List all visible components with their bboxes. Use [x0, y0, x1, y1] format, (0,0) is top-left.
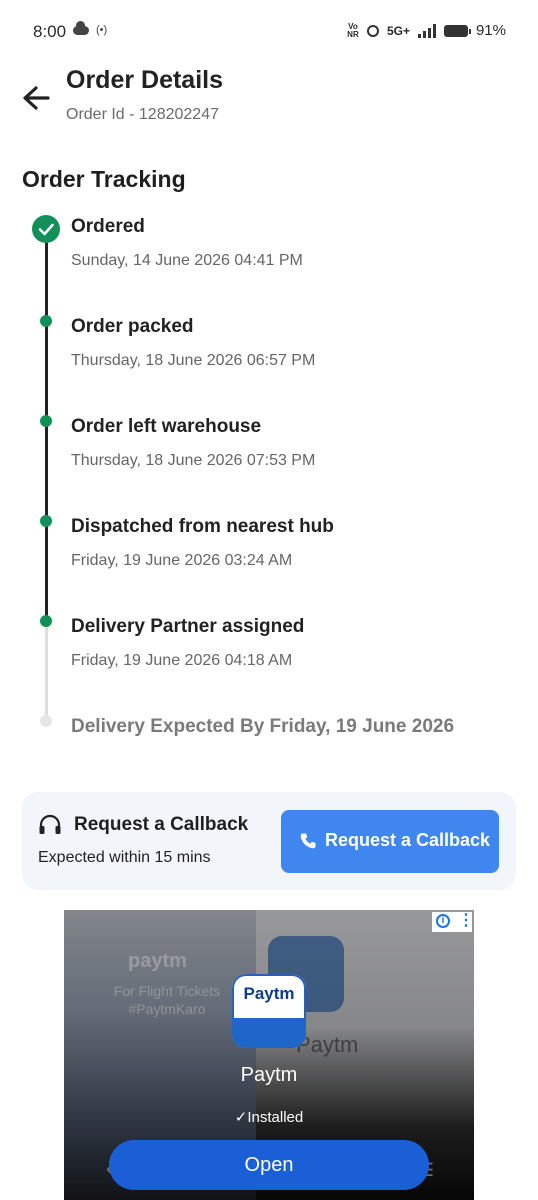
pending-dot — [40, 715, 52, 727]
arrow-left-icon — [23, 86, 50, 110]
step-time: Friday, 19 June 2026 04:18 AM — [71, 652, 293, 669]
back-button[interactable] — [18, 80, 54, 116]
phone-icon — [300, 833, 316, 849]
callback-subtitle: Expected within 15 mins — [38, 849, 211, 866]
ad-choices[interactable]: i ⋮ — [432, 912, 474, 932]
more-vertical-icon: ⋮ — [458, 912, 474, 929]
info-icon: i — [436, 914, 450, 928]
step-time: Thursday, 18 June 2026 07:53 PM — [71, 452, 316, 469]
timeline-line-complete — [45, 240, 48, 622]
step-time: Thursday, 18 June 2026 06:57 PM — [71, 352, 316, 369]
step-title: Order left warehouse — [71, 416, 262, 437]
radio-icon: (•) — [96, 24, 108, 36]
network-type: 5G+ — [386, 23, 410, 38]
step-dot — [40, 515, 52, 527]
order-id: Order Id - 128202247 — [66, 106, 219, 123]
section-title: Order Tracking — [22, 166, 186, 192]
ad-open-button[interactable]: Open — [109, 1140, 429, 1190]
callback-title: Request a Callback — [74, 814, 249, 835]
battery-icon — [443, 24, 471, 37]
delivery-expected: Delivery Expected By Friday, 19 June 202… — [71, 716, 455, 737]
step-title: Order packed — [71, 316, 194, 337]
step-time: Friday, 19 June 2026 03:24 AM — [71, 552, 293, 569]
headset-icon — [39, 814, 61, 834]
step-title: Delivery Partner assigned — [71, 616, 305, 637]
step-dot — [40, 615, 52, 627]
timeline-line-pending — [45, 622, 48, 722]
page-title: Order Details — [66, 66, 224, 94]
step-title: Ordered — [71, 216, 145, 237]
signal-icon — [417, 23, 436, 38]
check-circle-icon — [32, 215, 60, 243]
step-title: Dispatched from nearest hub — [71, 516, 334, 537]
battery-percent: 91% — [475, 22, 506, 39]
checkmark-icon: ✓ — [234, 1109, 248, 1126]
status-time: 8:00 — [33, 22, 67, 41]
cloud-icon — [73, 21, 89, 35]
request-callback-button[interactable]: Request a Callback — [281, 810, 499, 873]
ad-installed-status: ✓Installed — [234, 1109, 304, 1126]
paytm-app-icon: Paytm — [232, 974, 306, 1048]
status-bar: 8:00 (•) Vo NR 5G+ 91% — [0, 0, 538, 60]
request-callback-label: Request a Callback — [325, 830, 491, 850]
step-time: Sunday, 14 June 2026 04:41 PM — [71, 252, 303, 269]
order-timeline: Ordered Sunday, 14 June 2026 04:41 PM Or… — [0, 210, 538, 770]
step-dot — [40, 415, 52, 427]
ad-banner[interactable]: paytm For Flight Tickets #PaytmKaro Payt… — [64, 910, 474, 1200]
hotspot-icon — [366, 24, 379, 37]
step-dot — [40, 315, 52, 327]
ad-app-name: Paytm — [240, 1064, 298, 1086]
callback-card: Request a Callback Expected within 15 mi… — [22, 792, 516, 890]
vonr-icon: Vo NR — [347, 21, 359, 39]
app-icon-label: Paytm — [243, 984, 295, 1003]
